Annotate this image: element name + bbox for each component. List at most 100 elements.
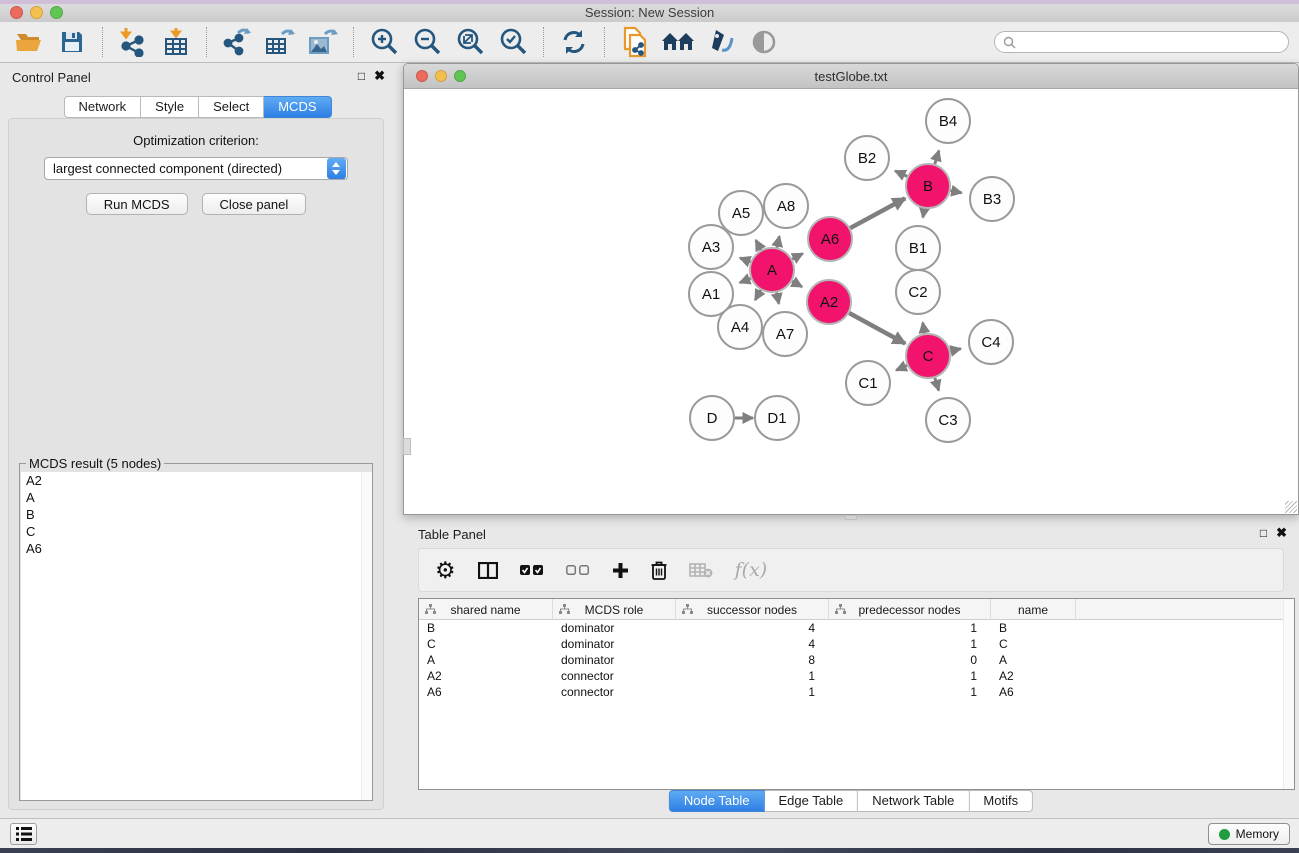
graph-node-B4[interactable]: B4 (926, 99, 970, 143)
float-table-panel-icon[interactable]: □ (1260, 526, 1267, 540)
tab-select[interactable]: Select (199, 96, 264, 118)
tab-edge-table[interactable]: Edge Table (764, 790, 858, 812)
criterion-dropdown[interactable]: largest connected component (directed) (44, 157, 348, 180)
export-image-icon[interactable] (306, 26, 340, 58)
edge-A-A3[interactable] (740, 258, 750, 262)
close-panel-button[interactable]: Close panel (202, 193, 307, 215)
import-network-icon[interactable] (116, 26, 150, 58)
edge-B-B3[interactable] (951, 191, 962, 193)
tab-motifs[interactable]: Motifs (969, 790, 1033, 812)
tab-network[interactable]: Network (63, 96, 141, 118)
zoom-in-icon[interactable] (367, 26, 401, 58)
tab-style[interactable]: Style (141, 96, 199, 118)
houses-icon[interactable] (661, 26, 695, 58)
delete-columns-icon[interactable] (651, 557, 667, 583)
graph-node-D1[interactable]: D1 (755, 396, 799, 440)
minimize-window-icon[interactable] (30, 6, 43, 19)
mcds-result-item[interactable]: B (21, 506, 372, 523)
select-all-columns-icon[interactable] (520, 557, 544, 583)
edge-C-C2[interactable] (923, 323, 925, 334)
zoom-out-icon[interactable] (410, 26, 444, 58)
float-panel-icon[interactable]: □ (358, 69, 365, 83)
edge-B-B2[interactable] (895, 171, 907, 176)
graph-node-A4[interactable]: A4 (718, 305, 762, 349)
list-scrollbar[interactable] (361, 472, 372, 800)
graph-node-A7[interactable]: A7 (763, 312, 807, 356)
create-column-icon[interactable] (612, 557, 629, 583)
edge-B-B1[interactable] (923, 209, 924, 218)
search-field[interactable] (994, 31, 1289, 53)
window-resize-grip[interactable] (1285, 501, 1297, 513)
graph-node-C2[interactable]: C2 (896, 270, 940, 314)
table-row[interactable]: Cdominator41C (419, 636, 1294, 652)
graph-node-A6[interactable]: A6 (808, 217, 852, 261)
close-table-panel-icon[interactable]: ✖ (1276, 526, 1287, 540)
graph-node-B[interactable]: B (906, 164, 950, 208)
graph-node-B3[interactable]: B3 (970, 177, 1014, 221)
tab-node-table[interactable]: Node Table (669, 790, 765, 812)
column-header-mcds-role[interactable]: MCDS role (553, 599, 676, 620)
zoom-fit-icon[interactable] (453, 26, 487, 58)
clone-network-icon[interactable] (618, 26, 652, 58)
table-row[interactable]: Bdominator41B (419, 620, 1294, 636)
network-canvas[interactable]: AA1A2A3A4A5A6A7A8BB1B2B3B4CC1C2C3C4DD1 (404, 89, 1298, 514)
mcds-result-item[interactable]: A (21, 489, 372, 506)
edge-C-C1[interactable] (896, 365, 907, 370)
table-row[interactable]: A2connector11A2 (419, 668, 1294, 684)
function-builder-icon[interactable]: f(x) (735, 557, 768, 583)
network-window-titlebar[interactable]: testGlobe.txt (404, 64, 1298, 89)
close-panel-icon[interactable]: ✖ (374, 69, 385, 83)
graph-node-A[interactable]: A (750, 248, 794, 292)
search-input[interactable] (1021, 35, 1288, 49)
tab-network-table[interactable]: Network Table (858, 790, 969, 812)
graph-node-C[interactable]: C (906, 334, 950, 378)
graph-node-A8[interactable]: A8 (764, 184, 808, 228)
graph-node-A2[interactable]: A2 (807, 280, 851, 324)
import-table-icon[interactable] (159, 26, 193, 58)
edge-A-A5[interactable] (756, 240, 761, 250)
column-header-successor-nodes[interactable]: successor nodes (676, 599, 829, 620)
edge-A-A1[interactable] (740, 278, 751, 282)
edge-C-C4[interactable] (950, 349, 960, 351)
zoom-window-icon[interactable] (50, 6, 63, 19)
show-columns-icon[interactable] (478, 557, 498, 583)
edge-A-A2[interactable] (792, 281, 802, 287)
edge-B-B4[interactable] (935, 151, 939, 164)
mcds-result-item[interactable]: A6 (21, 540, 372, 557)
mcds-result-item[interactable]: C (21, 523, 372, 540)
edge-C-C3[interactable] (935, 378, 939, 390)
edge-A-A7[interactable] (777, 293, 779, 304)
close-window-icon[interactable] (10, 6, 23, 19)
delete-table-icon[interactable] (689, 557, 713, 583)
column-header-name[interactable]: name (991, 599, 1076, 620)
refresh-icon[interactable] (557, 26, 591, 58)
show-graphics-details-icon[interactable] (747, 26, 781, 58)
edge-A6-B[interactable] (850, 198, 905, 228)
graph-node-D[interactable]: D (690, 396, 734, 440)
save-session-icon[interactable] (55, 26, 89, 58)
edge-A2-C[interactable] (849, 313, 905, 344)
run-mcds-button[interactable]: Run MCDS (86, 193, 188, 215)
graph-node-B2[interactable]: B2 (845, 136, 889, 180)
titlebar[interactable]: Session: New Session (0, 4, 1299, 22)
tab-mcds[interactable]: MCDS (264, 96, 331, 118)
graph-node-C1[interactable]: C1 (846, 361, 890, 405)
graph-node-A3[interactable]: A3 (689, 225, 733, 269)
open-file-icon[interactable] (12, 26, 46, 58)
mcds-result-list[interactable]: A2ABCA6 (21, 472, 372, 800)
edge-A-A4[interactable] (755, 290, 761, 300)
task-history-button[interactable] (10, 823, 37, 845)
table-options-gear-icon[interactable]: ⚙ (435, 557, 456, 583)
table-row[interactable]: Adominator80A (419, 652, 1294, 668)
graph-node-A5[interactable]: A5 (719, 191, 763, 235)
column-header-shared-name[interactable]: shared name (419, 599, 553, 620)
zoom-selected-icon[interactable] (496, 26, 530, 58)
table-row[interactable]: A6connector11A6 (419, 684, 1294, 700)
memory-button[interactable]: Memory (1208, 823, 1290, 845)
paint-style-icon[interactable] (704, 26, 738, 58)
unselect-all-columns-icon[interactable] (566, 557, 590, 583)
export-table-icon[interactable] (263, 26, 297, 58)
node-table[interactable]: shared nameMCDS rolesuccessor nodesprede… (418, 598, 1295, 790)
graph-node-C3[interactable]: C3 (926, 398, 970, 442)
mcds-result-item[interactable]: A2 (21, 472, 372, 489)
